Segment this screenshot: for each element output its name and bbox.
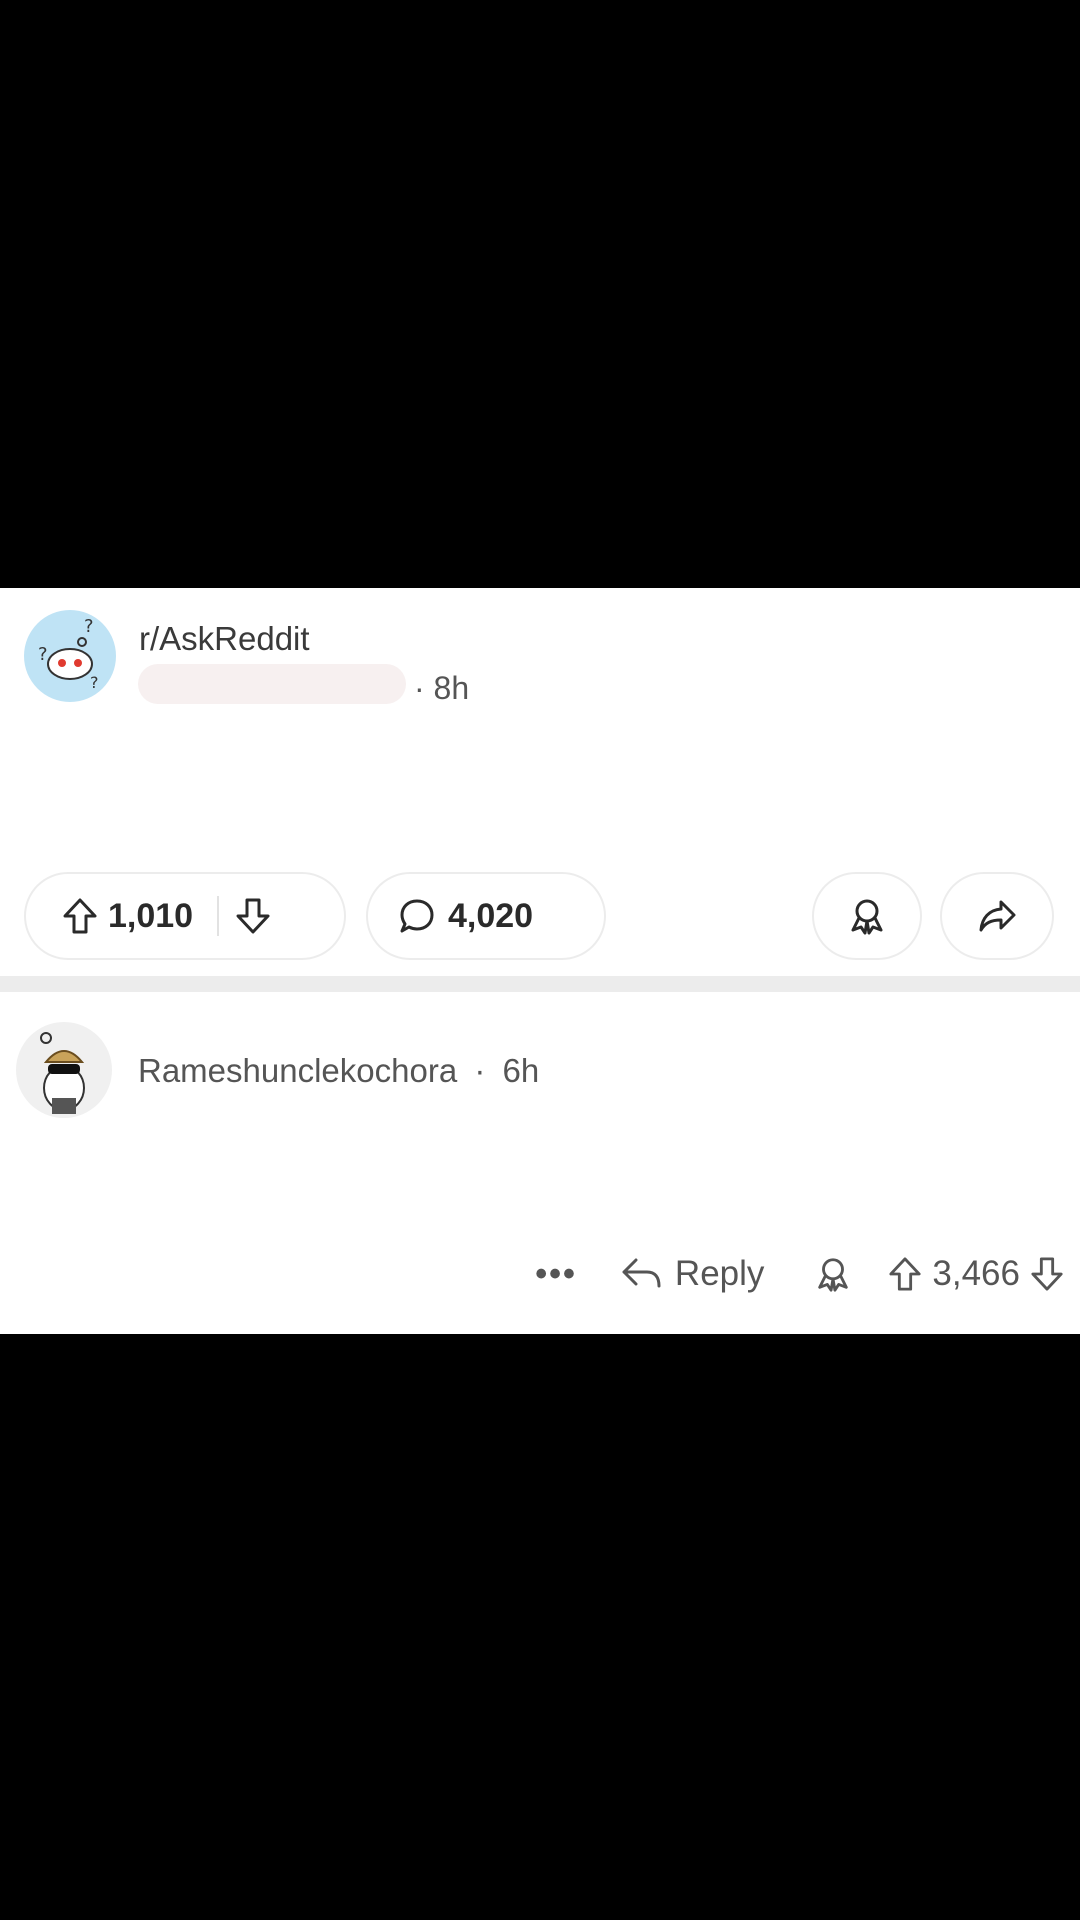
share-icon [977, 896, 1017, 936]
award-icon [847, 896, 887, 936]
reply-label: Reply [674, 1254, 765, 1293]
post-timestamp: · 8h [414, 670, 469, 707]
user-avatar[interactable] [16, 1022, 112, 1118]
comment-bubble-icon [398, 897, 436, 935]
comment-score: 3,466 [932, 1254, 1020, 1293]
upvote-icon[interactable] [62, 897, 98, 935]
comment-author: Rameshunclekochora · 6h [138, 1052, 539, 1090]
separator-dot: · [474, 1052, 486, 1089]
redacted-username [138, 664, 406, 704]
post-card: ? ? ? r/AskReddit · 8h 1,010 4,020 [0, 588, 1080, 976]
award-icon[interactable] [814, 1254, 852, 1294]
upvote-icon[interactable] [888, 1255, 922, 1293]
comment-time: 6h [502, 1052, 540, 1089]
separator-dot: · [414, 670, 425, 706]
svg-text:?: ? [84, 616, 94, 637]
reply-button[interactable]: Reply [621, 1254, 764, 1294]
svg-text:?: ? [90, 673, 99, 692]
vote-divider [217, 896, 220, 936]
award-button[interactable] [812, 872, 922, 960]
section-divider [0, 976, 1080, 992]
subreddit-avatar[interactable]: ? ? ? [24, 610, 116, 702]
username-link[interactable]: Rameshunclekochora [138, 1052, 457, 1089]
more-options-button[interactable]: ••• [535, 1255, 577, 1294]
share-button[interactable] [940, 872, 1054, 960]
post-time-value: 8h [433, 670, 470, 706]
comment-count: 4,020 [448, 896, 534, 935]
comments-button[interactable]: 4,020 [366, 872, 606, 960]
svg-text:?: ? [38, 644, 48, 665]
downvote-icon[interactable] [1030, 1255, 1064, 1293]
downvote-icon[interactable] [235, 897, 271, 935]
subreddit-name[interactable]: r/AskReddit [139, 620, 310, 658]
upvote-count: 1,010 [108, 896, 194, 935]
reply-arrow-icon [621, 1256, 663, 1292]
comment-actions: ••• Reply 3,466 [535, 1246, 1064, 1302]
vote-bar: 1,010 [24, 872, 346, 960]
comment-card: Rameshunclekochora · 6h ••• Reply 3,466 [0, 992, 1080, 1334]
